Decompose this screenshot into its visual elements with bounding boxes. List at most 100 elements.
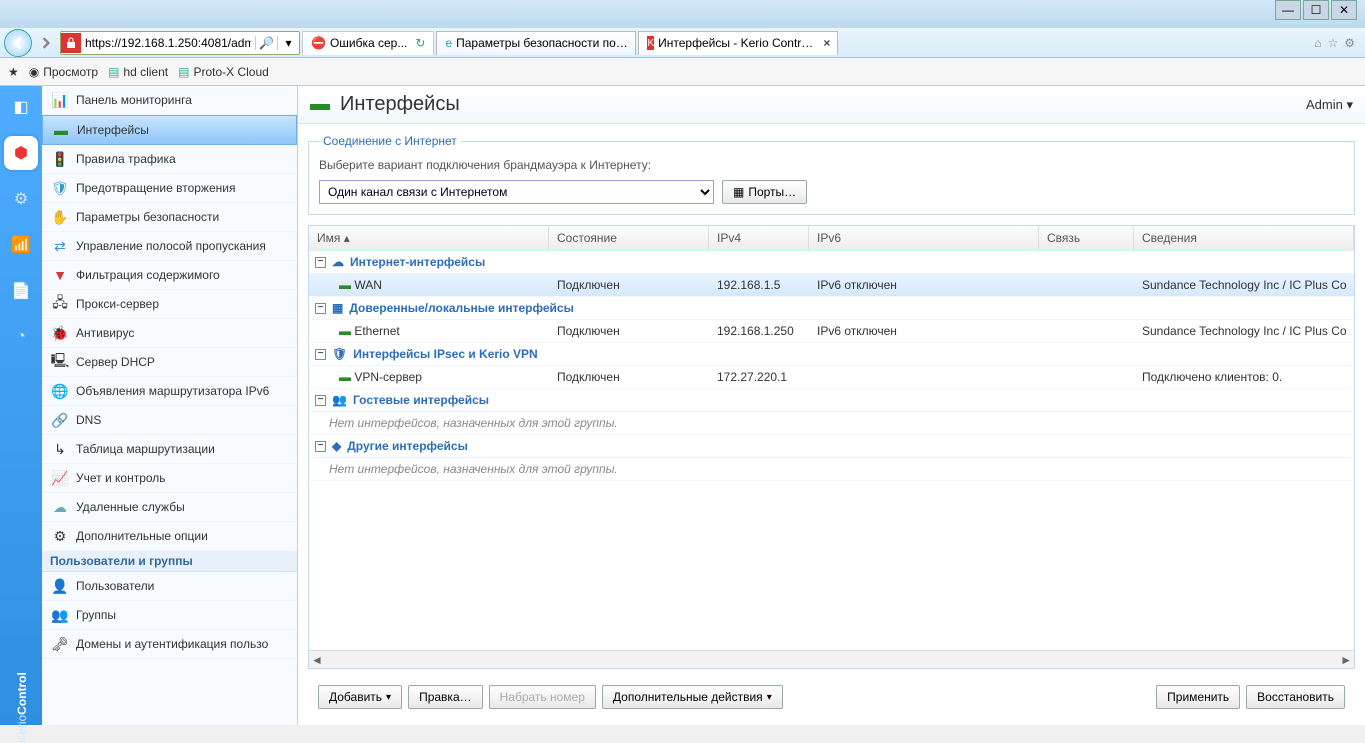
page-title: Интерфейсы: [340, 93, 460, 116]
nav-domains[interactable]: 🗝Домены и аутентификация пользо: [42, 630, 297, 659]
nav-advanced[interactable]: ⚙Дополнительные опции: [42, 522, 297, 551]
favorites-icon[interactable]: ☆: [1327, 36, 1338, 50]
group-row[interactable]: −☁Интернет-интерфейсы: [309, 251, 1354, 274]
apply-button[interactable]: Применить: [1156, 685, 1240, 709]
group-row[interactable]: −🛡Интерфейсы IPsec и Kerio VPN: [309, 343, 1354, 366]
group-icon: ◆: [332, 439, 341, 453]
user-menu[interactable]: Admin ▾: [1306, 97, 1353, 113]
nav-label: Дополнительные опции: [76, 529, 208, 543]
address-bar: 🔎 ▾: [60, 31, 300, 55]
nav-dhcp[interactable]: 🖳Сервер DHCP: [42, 348, 297, 377]
nav-tree: 📊Панель мониторинга ▬Интерфейсы 🚦Правила…: [42, 86, 298, 725]
interface-row[interactable]: ▬ VPN-серверПодключен172.27.220.1Подключ…: [309, 366, 1354, 389]
globe-icon: 🌐: [52, 383, 68, 399]
rail-shield[interactable]: ⬢: [4, 136, 38, 170]
dropdown-icon[interactable]: ▾: [277, 36, 299, 50]
nav-ipv6-ra[interactable]: 🌐Объявления маршрутизатора IPv6: [42, 377, 297, 406]
tab-kerio-interfaces[interactable]: K Интерфейсы - Kerio Contr… ×: [638, 31, 838, 55]
collapse-icon[interactable]: −: [315, 441, 326, 452]
group-row[interactable]: −◆ Другие интерфейсы: [309, 435, 1354, 458]
col-name[interactable]: Имя ▴: [309, 226, 549, 250]
interface-row[interactable]: ▬ EthernetПодключен192.168.1.250IPv6 отк…: [309, 320, 1354, 343]
stop-icon: ⛔: [311, 36, 326, 50]
browser-tab-strip: [0, 0, 1365, 28]
rail-stats[interactable]: 📶: [4, 228, 38, 262]
nav-interfaces[interactable]: ▬Интерфейсы: [42, 115, 297, 145]
connection-mode-select[interactable]: Один канал связи с Интернетом: [319, 180, 714, 204]
nav-dashboard[interactable]: 📊Панель мониторинга: [42, 86, 297, 115]
bookmark-view[interactable]: ◉Просмотр: [29, 65, 98, 79]
col-ipv4[interactable]: IPv4: [709, 226, 809, 250]
nav-users[interactable]: 👤Пользователи: [42, 572, 297, 601]
domain-icon: 🗝: [52, 636, 68, 652]
nav-bandwidth[interactable]: ⇄Управление полосой пропускания: [42, 232, 297, 261]
nav-antivirus[interactable]: 🐞Антивирус: [42, 319, 297, 348]
group-row[interactable]: −▦Доверенные/локальные интерфейсы: [309, 297, 1354, 320]
nav-accounting[interactable]: 📈Учет и контроль: [42, 464, 297, 493]
collapse-icon[interactable]: −: [315, 395, 326, 406]
bookmark-hdclient[interactable]: ▤hd client: [108, 65, 168, 79]
refresh-icon[interactable]: ↻: [415, 36, 425, 50]
grid-scrollbar[interactable]: ◄►: [309, 650, 1354, 668]
nav-remote[interactable]: ☁Удаленные службы: [42, 493, 297, 522]
collapse-icon[interactable]: −: [315, 303, 326, 314]
nav-content-filter[interactable]: ▼Фильтрация содержимого: [42, 261, 297, 290]
nic-icon: ▬: [339, 278, 351, 292]
window-maximize[interactable]: ☐: [1303, 0, 1329, 20]
col-state[interactable]: Состояние: [549, 226, 709, 250]
nav-label: Параметры безопасности: [76, 210, 219, 224]
add-favorite-icon[interactable]: ★: [8, 65, 19, 79]
interface-row[interactable]: ▬ WANПодключен192.168.1.5IPv6 отключенSu…: [309, 274, 1354, 297]
forward-button[interactable]: [34, 31, 58, 55]
bookmark-protox[interactable]: ▤Proto-X Cloud: [178, 65, 269, 79]
empty-group-message: Нет интерфейсов, назначенных для этой гр…: [309, 458, 1354, 481]
group-icon: ☁: [332, 255, 344, 269]
tab-error[interactable]: ⛔ Ошибка сер... ↻: [302, 31, 434, 55]
page-icon: ▤: [108, 65, 119, 79]
nav-ips[interactable]: 🛡Предотвращение вторжения: [42, 174, 297, 203]
dial-button[interactable]: Набрать номер: [489, 685, 596, 709]
tab-close-icon[interactable]: ×: [817, 36, 830, 50]
more-actions-button[interactable]: Дополнительные действия: [602, 685, 783, 709]
rail-gear[interactable]: ⚙: [4, 182, 38, 216]
home-icon[interactable]: ⌂: [1314, 36, 1321, 50]
add-button[interactable]: Добавить: [318, 685, 402, 709]
group-row[interactable]: −👥Гостевые интерфейсы: [309, 389, 1354, 412]
window-close[interactable]: ✕: [1331, 0, 1357, 20]
nav-label: Учет и контроль: [76, 471, 166, 485]
url-input[interactable]: [81, 36, 255, 50]
rail-pie[interactable]: ◔: [4, 320, 38, 354]
ports-button[interactable]: ▦Порты…: [722, 180, 807, 204]
nav-label: DNS: [76, 413, 101, 427]
nav-label: Сервер DHCP: [76, 355, 155, 369]
col-ipv6[interactable]: IPv6: [809, 226, 1039, 250]
group-icon: 🛡: [332, 347, 347, 361]
back-button[interactable]: [4, 29, 32, 57]
main-header: ▬ Интерфейсы Admin ▾: [298, 86, 1365, 124]
tab-security-params[interactable]: e Параметры безопасности по…: [436, 31, 636, 55]
col-link[interactable]: Связь: [1039, 226, 1134, 250]
nav-proxy[interactable]: 🖧Прокси-сервер: [42, 290, 297, 319]
nav-routing[interactable]: ↳Таблица маршрутизации: [42, 435, 297, 464]
rail-logs[interactable]: 📄: [4, 274, 38, 308]
nic-icon: ▬: [53, 122, 69, 138]
nav-security[interactable]: ✋Параметры безопасности: [42, 203, 297, 232]
nav-dns[interactable]: 🔗DNS: [42, 406, 297, 435]
nav-traffic-rules[interactable]: 🚦Правила трафика: [42, 145, 297, 174]
group-icon: ▦: [332, 301, 343, 315]
traffic-icon: 🚦: [52, 151, 68, 167]
col-info[interactable]: Сведения: [1134, 226, 1354, 250]
group-title: Другие интерфейсы: [347, 439, 468, 453]
nav-label: Удаленные службы: [76, 500, 185, 514]
shield-icon: 🛡: [52, 180, 68, 196]
tools-icon[interactable]: ⚙: [1344, 36, 1355, 50]
nav-label: Прокси-сервер: [76, 297, 159, 311]
restore-button[interactable]: Восстановить: [1246, 685, 1345, 709]
collapse-icon[interactable]: −: [315, 349, 326, 360]
edit-button[interactable]: Правка…: [408, 685, 483, 709]
rail-dashboard[interactable]: ◧: [4, 90, 38, 124]
search-icon[interactable]: 🔎: [255, 36, 277, 50]
collapse-icon[interactable]: −: [315, 257, 326, 268]
window-minimize[interactable]: —: [1275, 0, 1301, 20]
nav-groups[interactable]: 👥Группы: [42, 601, 297, 630]
